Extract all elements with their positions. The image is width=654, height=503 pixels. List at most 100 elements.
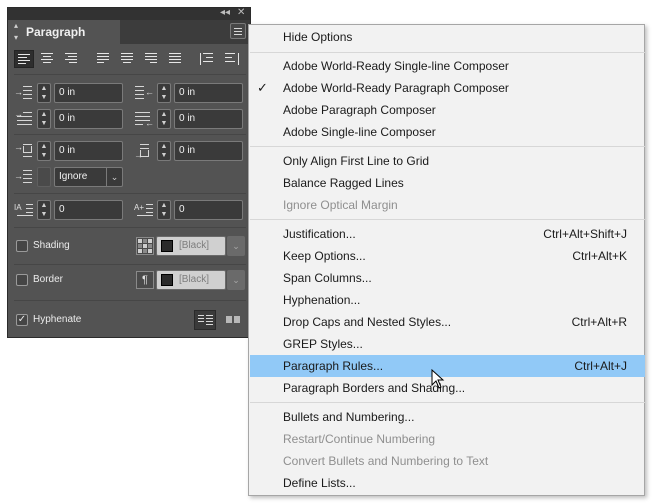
- right-indent-field[interactable]: 0 in: [174, 83, 243, 103]
- shading-swatch-value: [Black]: [179, 240, 210, 251]
- menu-item-label: Justification...: [283, 227, 356, 241]
- black-swatch: [161, 274, 173, 286]
- drop-cap-characters-icon: A+: [134, 201, 154, 219]
- align-to-grid-stepper: [37, 167, 51, 187]
- drop-cap-characters-field[interactable]: 0: [174, 200, 243, 220]
- space-before-field[interactable]: 0 in: [54, 141, 123, 161]
- justify-left-button[interactable]: [94, 50, 114, 68]
- space-before-stepper[interactable]: ▲ ▼: [37, 141, 51, 161]
- divider: [14, 74, 246, 75]
- left-indent-field[interactable]: 0 in: [54, 83, 123, 103]
- justify-all-button[interactable]: [166, 50, 186, 68]
- menu-item-define-lists[interactable]: Define Lists...: [250, 472, 645, 494]
- menu-item-label: Adobe World-Ready Paragraph Composer: [283, 81, 509, 95]
- divider: [14, 193, 246, 194]
- drop-cap-characters-stepper[interactable]: ▲ ▼: [157, 200, 171, 220]
- menu-item-label: Adobe Single-line Composer: [283, 125, 436, 139]
- menu-item-label: Hyphenation...: [283, 293, 361, 307]
- right-indent-icon: ←: [134, 84, 154, 102]
- menu-item-ignore-optical-margin: Ignore Optical Margin: [250, 194, 645, 216]
- justify-right-button[interactable]: [142, 50, 162, 68]
- single-column-layout-button[interactable]: [222, 310, 244, 330]
- last-line-indent-stepper[interactable]: ▲ ▼: [157, 109, 171, 129]
- tab-arrows-icon: ▴ ▾: [14, 21, 19, 42]
- menu-separator: [250, 146, 645, 147]
- align-center-button[interactable]: [38, 50, 58, 68]
- left-indent-stepper[interactable]: ▲ ▼: [37, 83, 51, 103]
- panel-tab-row: ▴ ▾ Paragraph: [8, 20, 250, 44]
- menu-separator: [250, 52, 645, 53]
- menu-item-hide-options[interactable]: Hide Options: [250, 26, 645, 48]
- menu-item-grep-styles[interactable]: GREP Styles...: [250, 333, 645, 355]
- menu-item-keep-options[interactable]: Keep Options... Ctrl+Alt+K: [250, 245, 645, 267]
- first-line-indent-icon: →: [14, 110, 34, 128]
- shading-checkbox[interactable]: [16, 240, 28, 252]
- close-icon[interactable]: ✕: [237, 7, 245, 19]
- border-checkbox[interactable]: [16, 274, 28, 286]
- panel-flyout-menu: Hide Options Adobe World-Ready Single-li…: [248, 24, 645, 496]
- menu-item-label: Hide Options: [283, 30, 353, 44]
- menu-item-label: GREP Styles...: [283, 337, 363, 351]
- pilcrow-icon[interactable]: ¶: [136, 271, 154, 289]
- menu-item-paragraph-borders-shading[interactable]: Paragraph Borders and Shading...: [250, 377, 645, 399]
- align-right-button[interactable]: [62, 50, 82, 68]
- menu-item-balance-ragged-lines[interactable]: Balance Ragged Lines: [250, 172, 645, 194]
- menu-item-bullets-numbering[interactable]: Bullets and Numbering...: [250, 406, 645, 428]
- menu-item-label: Define Lists...: [283, 476, 356, 490]
- menu-item-drop-caps-nested-styles[interactable]: Drop Caps and Nested Styles... Ctrl+Alt+…: [250, 311, 645, 333]
- menu-item-adobe-single-line-composer[interactable]: Adobe Single-line Composer: [250, 121, 645, 143]
- menu-item-paragraph-rules[interactable]: Paragraph Rules... Ctrl+Alt+J: [250, 355, 645, 377]
- shading-color-dropdown[interactable]: [Black] ⌄: [156, 236, 245, 256]
- align-to-grid-icon: →: [14, 168, 34, 186]
- first-line-indent-field[interactable]: 0 in: [54, 109, 123, 129]
- shading-label: Shading: [33, 240, 70, 251]
- chevron-down-icon: ⌄: [227, 270, 245, 290]
- tab-paragraph[interactable]: ▴ ▾ Paragraph: [8, 20, 120, 44]
- first-line-indent-stepper[interactable]: ▲ ▼: [37, 109, 51, 129]
- right-indent-stepper[interactable]: ▲ ▼: [157, 83, 171, 103]
- menu-item-label: Only Align First Line to Grid: [283, 154, 430, 168]
- mouse-pointer-icon: [431, 369, 445, 389]
- checker-icon: [138, 239, 152, 253]
- hyphenate-checkbox[interactable]: ✓: [16, 314, 28, 326]
- align-toward-spine-button[interactable]: [198, 50, 218, 68]
- align-to-grid-dropdown[interactable]: Ignore ⌄: [54, 167, 123, 187]
- menu-item-span-columns[interactable]: Span Columns...: [250, 267, 645, 289]
- menu-item-hyphenation[interactable]: Hyphenation...: [250, 289, 645, 311]
- last-line-right-indent-icon: ←: [134, 110, 154, 128]
- paragraph-composer-layout-button[interactable]: [194, 310, 216, 330]
- drop-cap-lines-stepper[interactable]: ▲ ▼: [37, 200, 51, 220]
- menu-separator: [250, 219, 645, 220]
- space-after-stepper[interactable]: ▲ ▼: [157, 141, 171, 161]
- menu-separator: [250, 402, 645, 403]
- space-after-field[interactable]: 0 in: [174, 141, 243, 161]
- left-indent-icon: →: [14, 84, 34, 102]
- menu-item-label: Span Columns...: [283, 271, 372, 285]
- paragraph-panel: ◂◂ ✕ ▴ ▾ Paragraph → ▲ ▼ 0 in ← ▲ ▼ 0 in…: [7, 7, 251, 338]
- align-to-grid-value: Ignore: [59, 171, 88, 182]
- last-line-indent-field[interactable]: 0 in: [174, 109, 243, 129]
- shading-swatch-icon[interactable]: [136, 237, 154, 255]
- panel-menu-button[interactable]: [230, 23, 246, 39]
- menu-item-adobe-paragraph-composer[interactable]: Adobe Paragraph Composer: [250, 99, 645, 121]
- chevron-down-icon: ⌄: [106, 168, 122, 186]
- drop-cap-lines-field[interactable]: 0: [54, 200, 123, 220]
- chevron-down-icon: ⌄: [227, 236, 245, 256]
- menu-item-only-align-first-line[interactable]: Only Align First Line to Grid: [250, 150, 645, 172]
- border-color-dropdown[interactable]: [Black] ⌄: [156, 270, 245, 290]
- justify-center-button[interactable]: [118, 50, 138, 68]
- menu-item-justification[interactable]: Justification... Ctrl+Alt+Shift+J: [250, 223, 645, 245]
- menu-item-shortcut: Ctrl+Alt+R: [571, 315, 627, 329]
- border-swatch-value: [Black]: [179, 274, 210, 285]
- tab-paragraph-label: Paragraph: [26, 25, 86, 39]
- align-left-button[interactable]: [14, 50, 34, 68]
- panel-title-bar[interactable]: ◂◂ ✕: [8, 7, 250, 20]
- align-away-from-spine-button[interactable]: [222, 50, 242, 68]
- menu-item-world-ready-single-line[interactable]: Adobe World-Ready Single-line Composer: [250, 55, 645, 77]
- divider: [14, 264, 246, 265]
- menu-item-world-ready-paragraph[interactable]: ✓ Adobe World-Ready Paragraph Composer: [250, 77, 645, 99]
- menu-item-label: Ignore Optical Margin: [283, 198, 398, 212]
- menu-item-label: Paragraph Rules...: [283, 359, 384, 373]
- collapse-icon[interactable]: ◂◂: [220, 7, 230, 19]
- menu-item-label: Bullets and Numbering...: [283, 410, 415, 424]
